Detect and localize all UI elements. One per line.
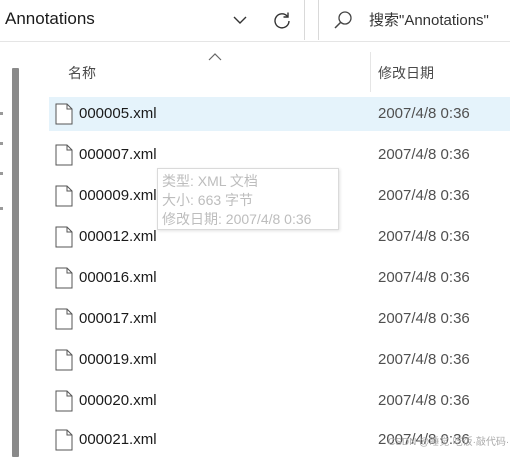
file-modified-date: 2007/4/8 0:36 — [378, 310, 470, 327]
nav-pane-marker — [0, 172, 3, 175]
nav-pane-marker — [0, 112, 3, 115]
document-icon — [55, 144, 73, 166]
document-icon — [55, 185, 73, 207]
column-divider[interactable] — [370, 52, 371, 92]
file-name[interactable]: 000016.xml — [79, 269, 157, 286]
file-explorer-window: Annotations 搜索"Annotations" 名称 修改日期 0000… — [0, 0, 510, 457]
document-icon — [55, 308, 73, 330]
chevron-down-icon — [233, 16, 247, 24]
file-modified-date: 2007/4/8 0:36 — [378, 146, 470, 163]
sort-up-icon — [208, 53, 222, 61]
address-bar[interactable]: Annotations — [0, 0, 305, 40]
tooltip-modified: 修改日期: 2007/4/8 0:36 — [162, 211, 312, 227]
file-name[interactable]: 000020.xml — [79, 392, 157, 409]
file-modified-date: 2007/4/8 0:36 — [378, 392, 470, 409]
address-toolbar: Annotations — [0, 0, 510, 42]
document-icon — [55, 349, 73, 371]
file-name[interactable]: 000017.xml — [79, 310, 157, 327]
column-header-date-modified[interactable]: 修改日期 — [378, 63, 434, 83]
file-name[interactable]: 000012.xml — [79, 228, 157, 245]
file-row[interactable]: 000020.xml 2007/4/8 0:36 — [49, 384, 510, 418]
file-modified-date: 2007/4/8 0:36 — [378, 187, 470, 204]
refresh-icon — [274, 12, 290, 29]
column-header-name[interactable]: 名称 — [68, 63, 96, 83]
document-icon — [55, 267, 73, 289]
file-name[interactable]: 000007.xml — [79, 146, 157, 163]
address-history-button[interactable] — [227, 6, 253, 34]
document-icon — [55, 226, 73, 248]
navigation-scrollbar[interactable] — [12, 68, 19, 457]
tooltip-type: 类型: XML 文档 — [162, 173, 258, 189]
file-row[interactable]: 000007.xml 2007/4/8 0:36 — [49, 138, 510, 172]
document-icon — [55, 390, 73, 412]
file-modified-date: 2007/4/8 0:36 — [378, 351, 470, 368]
file-row[interactable]: 000017.xml 2007/4/8 0:36 — [49, 302, 510, 336]
file-modified-date: 2007/4/8 0:36 — [378, 269, 470, 286]
search-icon — [334, 11, 352, 29]
nav-pane-marker — [0, 142, 3, 145]
file-name[interactable]: 000019.xml — [79, 351, 157, 368]
refresh-button[interactable] — [268, 6, 296, 34]
document-icon — [55, 429, 73, 451]
file-row[interactable]: 000005.xml 2007/4/8 0:36 — [49, 97, 510, 131]
nav-pane-marker — [0, 207, 3, 210]
address-path[interactable]: Annotations — [5, 9, 95, 29]
file-modified-date: 2007/4/8 0:36 — [378, 105, 470, 122]
file-name[interactable]: 000009.xml — [79, 187, 157, 204]
document-icon — [55, 103, 73, 125]
search-input[interactable] — [369, 8, 510, 32]
watermark: CSDN @睡觉·吃饭·敲代码·东西 — [388, 437, 510, 448]
search-box[interactable] — [318, 0, 510, 40]
file-row[interactable]: 000016.xml 2007/4/8 0:36 — [49, 261, 510, 295]
file-row[interactable]: 000019.xml 2007/4/8 0:36 — [49, 343, 510, 377]
file-modified-date: 2007/4/8 0:36 — [378, 228, 470, 245]
file-info-tooltip: 类型: XML 文档 大小: 663 字节 修改日期: 2007/4/8 0:3… — [157, 168, 339, 230]
file-name[interactable]: 000005.xml — [79, 105, 157, 122]
file-name[interactable]: 000021.xml — [79, 431, 157, 448]
tooltip-size: 大小: 663 字节 — [162, 192, 254, 208]
